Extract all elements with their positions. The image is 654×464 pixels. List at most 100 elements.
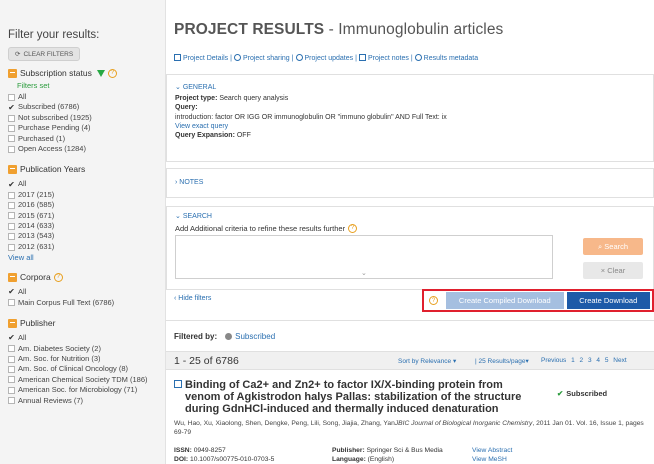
facet-option[interactable]: 2012 (631) [8,242,159,252]
pager-page[interactable]: 5 [605,357,609,364]
facet-option[interactable]: Purchase Pending (4) [8,123,159,133]
facet-option[interactable]: Am. Diabetes Society (2) [8,344,159,354]
note-icon [358,54,366,61]
checkbox-checked-icon[interactable]: ✔ [8,288,15,296]
checkbox[interactable] [8,243,15,251]
facet-option-label: Am. Soc. for Nutrition (3) [18,353,101,363]
pager-next[interactable]: Next [613,357,626,364]
sort-dropdown[interactable]: Sort by Relevance ▾ [398,357,456,365]
search-button[interactable]: ⌕ Search [583,238,643,255]
clear-button[interactable]: × Clear [583,262,643,279]
tab-label: Project updates [304,55,354,62]
checkbox-checked-icon[interactable]: ✔ [8,180,15,189]
facet-option[interactable]: ✔ All [8,287,159,297]
facet-option[interactable]: Open Access (1284) [8,144,159,154]
facet-option[interactable]: American Soc. for Microbiology (71) [8,385,159,395]
facet-option[interactable]: Purchased (1) [8,134,159,144]
facet-option[interactable]: ✔ All [8,179,159,189]
general-toggle[interactable]: ⌄ GENERAL [167,83,653,91]
checkbox[interactable] [8,114,15,122]
tab-project-notes[interactable]: Project notes [358,54,409,62]
facet-option[interactable]: Annual Reviews (7) [8,396,159,406]
collapse-icon[interactable] [8,164,17,174]
checkbox-checked-icon[interactable]: ✔ [8,334,15,342]
subscribed-badge: ✔ Subscribed [557,389,607,398]
facet-option-label: All [18,179,27,189]
collapse-icon[interactable] [8,318,17,328]
pager-page[interactable]: 3 [588,357,592,364]
checkbox[interactable] [8,191,15,199]
facet-years-header[interactable]: Publication Years [8,164,159,174]
share-icon [233,54,241,61]
create-compiled-download-button[interactable]: Create Compiled Download [446,292,564,309]
pager-page[interactable]: 4 [596,357,600,364]
facet-option[interactable]: 2014 (633) [8,221,159,231]
checkbox[interactable] [8,212,15,220]
checkbox[interactable] [8,345,15,353]
facet-option[interactable]: 2015 (671) [8,211,159,221]
pager-page[interactable]: 1 [571,357,575,364]
search-heading: SEARCH [182,213,212,220]
create-download-button[interactable]: Create Download [566,292,650,309]
tab-project-details[interactable]: Project Details [174,54,228,62]
view-mesh-link[interactable]: View MeSH [472,456,507,463]
help-icon[interactable]: ? [429,296,438,305]
facet-corpora-header[interactable]: Corpora ? [8,272,159,282]
criteria-input[interactable]: ⌄ [175,235,553,279]
facet-option[interactable]: American Chemical Society TDM (186) [8,375,159,385]
facet-option[interactable]: 2016 (585) [8,200,159,210]
result-journal: JBIC Journal of Biological Inorganic Che… [394,420,533,427]
view-abstract-link[interactable]: View Abstract [472,447,512,454]
facet-option[interactable]: All [8,92,159,102]
checkbox[interactable] [8,135,15,143]
facet-publisher-header[interactable]: Publisher [8,318,159,328]
tab-results-metadata[interactable]: Results metadata [414,54,478,62]
checkbox-checked-icon[interactable]: ✔ [8,103,15,112]
clear-filters-button[interactable]: ⟳ CLEAR FILTERS [8,47,81,61]
checkbox[interactable] [8,299,15,307]
facet-option[interactable]: Main Corpus Full Text (6786) [8,298,159,308]
checkbox[interactable] [8,376,15,384]
checkbox[interactable] [8,233,15,241]
view-all-years-link[interactable]: View all [8,253,159,262]
facet-subscription-header[interactable]: Subscription status ? [8,68,159,78]
facet-corpora-list: ✔ All Main Corpus Full Text (6786) [8,287,159,308]
language-value: (English) [367,456,395,463]
facet-option[interactable]: Not subscribed (1925) [8,113,159,123]
notes-toggle[interactable]: › NOTES [167,179,653,186]
checkbox[interactable] [8,355,15,363]
result-title[interactable]: Binding of Ca2+ and Zn2+ to factor IX/X-… [174,379,534,415]
pager-page[interactable]: 2 [580,357,584,364]
hide-filters-label: Hide filters [178,295,212,302]
pager-previous[interactable]: Previous [541,357,566,364]
facet-option[interactable]: 2013 (543) [8,231,159,241]
view-exact-query-link[interactable]: View exact query [175,122,653,131]
project-tabs: Project Details | Project sharing | Proj… [174,54,478,62]
help-icon[interactable]: ? [348,224,358,233]
tab-project-sharing[interactable]: Project sharing [233,54,290,62]
search-toggle[interactable]: ⌄ SEARCH [167,212,653,220]
checkbox[interactable] [8,366,15,374]
help-icon[interactable]: ? [107,68,117,78]
facet-option[interactable]: Am. Soc. for Nutrition (3) [8,354,159,364]
facet-option[interactable]: 2017 (215) [8,190,159,200]
checkbox[interactable] [8,222,15,230]
per-page-dropdown[interactable]: | 25 Results/page▾ [475,357,529,365]
facet-option[interactable]: ✔ All [8,333,159,343]
help-icon[interactable]: ? [53,272,63,282]
facet-option[interactable]: Am. Soc. of Clinical Oncology (8) [8,364,159,374]
tab-project-updates[interactable]: Project updates [295,54,354,62]
collapse-icon[interactable] [8,68,17,78]
search-button-label: Search [604,242,629,251]
facet-option[interactable]: ✔ Subscribed (6786) [8,102,159,112]
hide-filters-link[interactable]: ‹ Hide filters [174,295,211,302]
checkbox[interactable] [8,397,15,405]
collapse-icon[interactable] [8,272,17,282]
checkbox[interactable] [8,93,15,101]
checkbox[interactable] [8,124,15,132]
chevron-down-icon[interactable]: ⌄ [361,269,367,277]
checkbox[interactable] [8,201,15,209]
checkbox[interactable] [8,386,15,394]
filter-tag-subscribed[interactable]: Subscribed [235,332,275,341]
checkbox[interactable] [8,145,15,153]
